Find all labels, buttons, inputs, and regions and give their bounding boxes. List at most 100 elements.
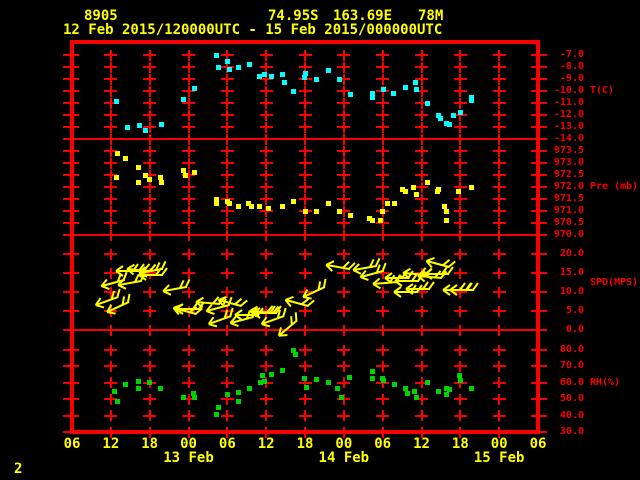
grid-plus (342, 286, 345, 298)
grid-plus (304, 248, 306, 260)
grid-plus (498, 267, 501, 279)
grid-plus (304, 181, 306, 193)
data-point-relative_humidity (301, 375, 307, 381)
grid-plus (381, 410, 384, 422)
ytick-label-temperature: -8.0 (559, 61, 584, 72)
grid-plus (498, 360, 501, 372)
grid-plus (498, 121, 501, 133)
data-point-temperature (158, 122, 164, 128)
grid-plus (226, 267, 229, 279)
axis-tick-left (63, 310, 79, 312)
grid-plus (498, 133, 501, 145)
axis-tick-left (63, 291, 79, 293)
grid-plus (187, 157, 190, 169)
grid-plus (109, 393, 112, 405)
grid-plus (187, 344, 190, 356)
grid-plus (420, 193, 423, 205)
grid-plus (304, 217, 306, 229)
data-point-relative_humidity (303, 384, 309, 390)
grid-plus (265, 109, 268, 121)
grid-plus (420, 360, 423, 372)
ytick-label-temperature: -11.0 (553, 97, 584, 108)
data-point-pressure (214, 201, 220, 207)
axis-tick-left (63, 272, 79, 274)
grid-plus (381, 305, 384, 317)
data-point-relative_humidity (180, 394, 186, 400)
hour-label: 12 (102, 436, 120, 452)
grid-plus (420, 97, 423, 109)
grid-plus (148, 360, 151, 372)
data-point-pressure (443, 208, 449, 214)
grid-plus (148, 393, 151, 405)
axis-tick-left (63, 431, 79, 433)
data-point-temperature (215, 64, 221, 70)
grid-plus (420, 121, 423, 133)
grid-plus (226, 205, 229, 217)
data-point-relative_humidity (225, 392, 231, 398)
data-point-pressure (123, 155, 129, 161)
grid-plus (342, 360, 345, 372)
grid-plus (498, 49, 501, 61)
grid-plus (304, 121, 306, 133)
axis-tick-left (63, 222, 79, 224)
grid-plus (265, 229, 268, 241)
data-point-relative_humidity (114, 398, 120, 404)
grid-plus (381, 145, 384, 157)
grid-plus (420, 49, 423, 61)
axis-tick-left (63, 329, 79, 331)
ytick-label-pressure: 972.5 (553, 169, 584, 180)
date-label: 14 Feb (318, 450, 370, 466)
data-point-relative_humidity (313, 376, 319, 382)
grid-plus (459, 145, 462, 157)
grid-plus (459, 49, 462, 61)
ytick-label-relative_humidity: 70.0 (559, 360, 584, 372)
grid-plus (226, 157, 229, 169)
data-point-pressure (410, 184, 416, 190)
data-point-relative_humidity (214, 412, 220, 418)
axis-tick-left (63, 381, 79, 384)
grid-plus (498, 157, 501, 169)
data-point-temperature (414, 87, 420, 93)
grid-plus (459, 133, 462, 145)
data-point-pressure (313, 208, 319, 214)
grid-plus (187, 229, 190, 241)
grid-plus (148, 205, 151, 217)
data-point-temperature (347, 92, 353, 98)
grid-plus (342, 61, 345, 73)
ytick-label-relative_humidity: 40.0 (559, 409, 584, 421)
data-point-pressure (392, 201, 398, 207)
data-point-temperature (226, 66, 232, 72)
grid-plus (459, 193, 462, 205)
grid-plus (304, 85, 306, 97)
grid-plus (187, 377, 190, 389)
data-point-temperature (337, 76, 343, 82)
data-point-pressure (435, 186, 441, 192)
data-point-temperature (279, 71, 285, 77)
aws-time-series-screen: 8905 74.95S 163.69E 78M 12 Feb 2015/1200… (0, 0, 640, 480)
ytick-label-wind_speed: 15.0 (559, 267, 584, 278)
data-point-pressure (235, 203, 241, 209)
ytick-label-wind_speed: 10.0 (559, 286, 584, 297)
grid-plus (187, 49, 190, 61)
data-point-pressure (444, 218, 450, 224)
grid-plus (148, 248, 151, 260)
grid-plus (187, 324, 190, 336)
data-point-pressure (370, 218, 376, 224)
ytick-label-pressure: 971.0 (553, 205, 584, 216)
data-point-relative_humidity (404, 391, 410, 397)
header-time-range: 12 Feb 2015/120000UTC - 15 Feb 2015/0000… (63, 22, 443, 38)
ytick-label-relative_humidity: 80.0 (559, 344, 584, 355)
date-label: 15 Feb (473, 450, 525, 466)
grid-plus (498, 193, 501, 205)
ytick-label-pressure: 972.0 (553, 181, 584, 192)
grid-plus (187, 248, 190, 260)
grid-plus (148, 157, 151, 169)
ytick-label-temperature: -7.0 (559, 49, 584, 60)
grid-plus (148, 181, 151, 193)
grid-plus (381, 97, 384, 109)
data-point-relative_humidity (123, 382, 129, 388)
data-point-temperature (261, 71, 267, 77)
data-point-relative_humidity (369, 369, 375, 375)
grid-plus (381, 73, 384, 85)
data-point-relative_humidity (435, 389, 441, 395)
